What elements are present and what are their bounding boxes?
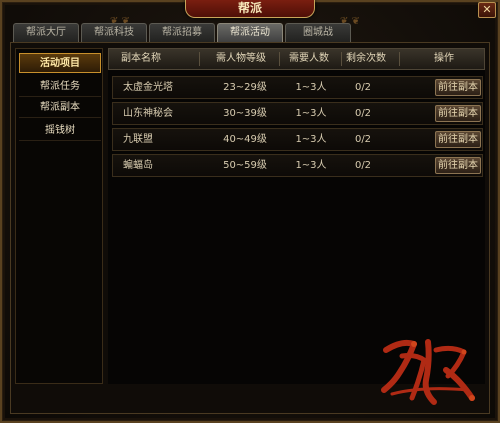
close-button[interactable]: ✕ [478, 2, 496, 18]
tab-guild-activities[interactable]: 帮派活动 [217, 23, 283, 42]
dungeon-name: 蝙蝠岛 [123, 160, 153, 171]
go-dungeon-button[interactable]: 前往副本 [435, 105, 481, 122]
close-icon: ✕ [482, 3, 492, 16]
required-level: 50~59级 [223, 160, 267, 171]
header-name: 副本名称 [121, 53, 161, 64]
table-row: 九联盟 40~49级 1~3人 0/2 前往副本 [112, 128, 483, 151]
header-action: 操作 [434, 53, 454, 64]
sidebar-item-guild-tasks[interactable]: 帮派任务 [19, 77, 101, 97]
dungeon-name: 太虚金光塔 [123, 82, 173, 93]
tab-guild-tech[interactable]: 帮派科技 [81, 23, 147, 42]
window-title: 帮派 [185, 0, 315, 18]
sidebar-item-guild-dungeon[interactable]: 帮派副本 [19, 98, 101, 118]
sidebar: 活动项目 帮派任务 帮派副本 摇钱树 [15, 48, 103, 384]
go-dungeon-button[interactable]: 前往副本 [435, 131, 481, 148]
dungeon-name: 九联盟 [123, 134, 153, 145]
remaining-count: 0/2 [354, 160, 372, 171]
table-row: 蝙蝠岛 50~59级 1~3人 0/2 前往副本 [112, 154, 483, 177]
header-divider [199, 52, 200, 66]
table-header: 副本名称 需人物等级 需要人数 剩余次数 操作 [108, 48, 485, 70]
required-people: 1~3人 [295, 160, 327, 171]
go-dungeon-button[interactable]: 前往副本 [435, 79, 481, 96]
required-level: 30~39级 [223, 108, 267, 119]
guild-calligraphy-emblem-icon [381, 339, 475, 405]
header-people: 需要人数 [289, 53, 329, 64]
go-dungeon-button[interactable]: 前往副本 [435, 157, 481, 174]
required-people: 1~3人 [295, 108, 327, 119]
header-level: 需人物等级 [216, 53, 266, 64]
tab-guild-hall[interactable]: 帮派大厅 [13, 23, 79, 42]
tab-guild-recruit[interactable]: 帮派招募 [149, 23, 215, 42]
remaining-count: 0/2 [354, 108, 372, 119]
header-divider [399, 52, 400, 66]
required-level: 23~29级 [223, 82, 267, 93]
sidebar-item-money-tree[interactable]: 摇钱树 [19, 121, 101, 141]
remaining-count: 0/2 [354, 134, 372, 145]
sidebar-item-activities[interactable]: 活动项目 [19, 53, 101, 73]
dungeon-name: 山东神秘会 [123, 108, 173, 119]
table-row: 山东神秘会 30~39级 1~3人 0/2 前往副本 [112, 102, 483, 125]
remaining-count: 0/2 [354, 82, 372, 93]
tab-siege-war[interactable]: 圈城战 [285, 23, 351, 42]
header-remaining: 剩余次数 [346, 53, 386, 64]
required-people: 1~3人 [295, 134, 327, 145]
required-level: 40~49级 [223, 134, 267, 145]
required-people: 1~3人 [295, 82, 327, 93]
table-row: 太虚金光塔 23~29级 1~3人 0/2 前往副本 [112, 76, 483, 99]
